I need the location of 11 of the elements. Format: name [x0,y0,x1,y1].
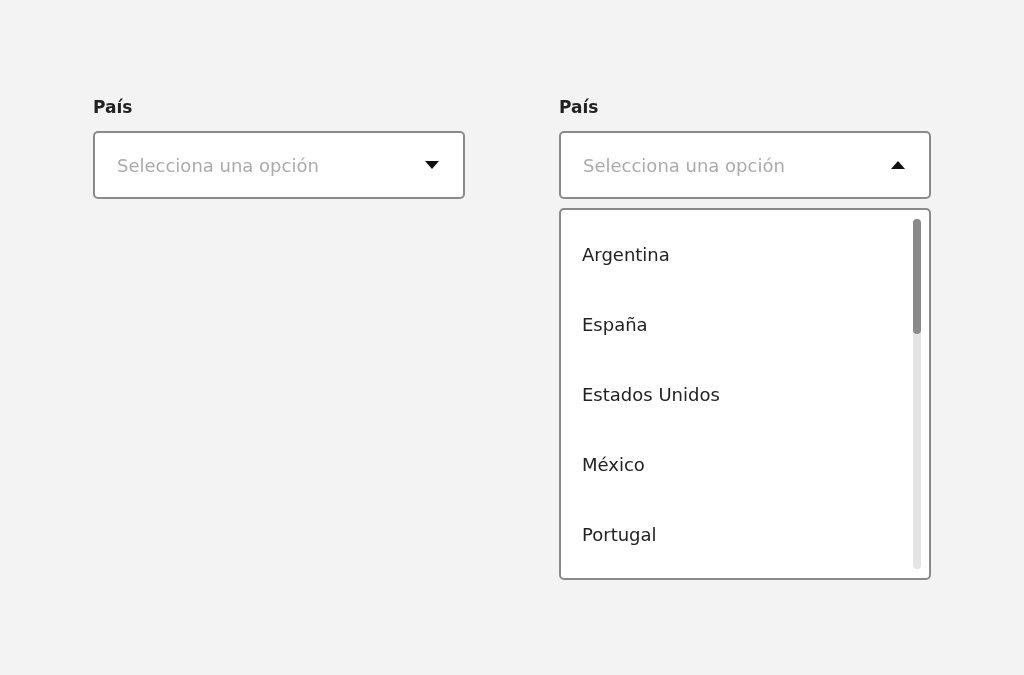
dropdown-option[interactable]: Portugal [561,499,913,569]
scrollbar-thumb[interactable] [913,219,921,334]
field-label: País [559,96,600,119]
dropdown-option[interactable]: Estados Unidos [561,359,913,429]
placeholder: Selecciona una opción [583,154,785,176]
dropdown-option[interactable]: México [561,429,913,499]
dropdown-option[interactable]: Argentina [561,219,913,289]
placeholder: Selecciona una opción [117,154,319,176]
field-label: País [93,96,134,119]
dropdown-option[interactable]: España [561,289,913,359]
scrollbar-track[interactable] [913,219,921,569]
